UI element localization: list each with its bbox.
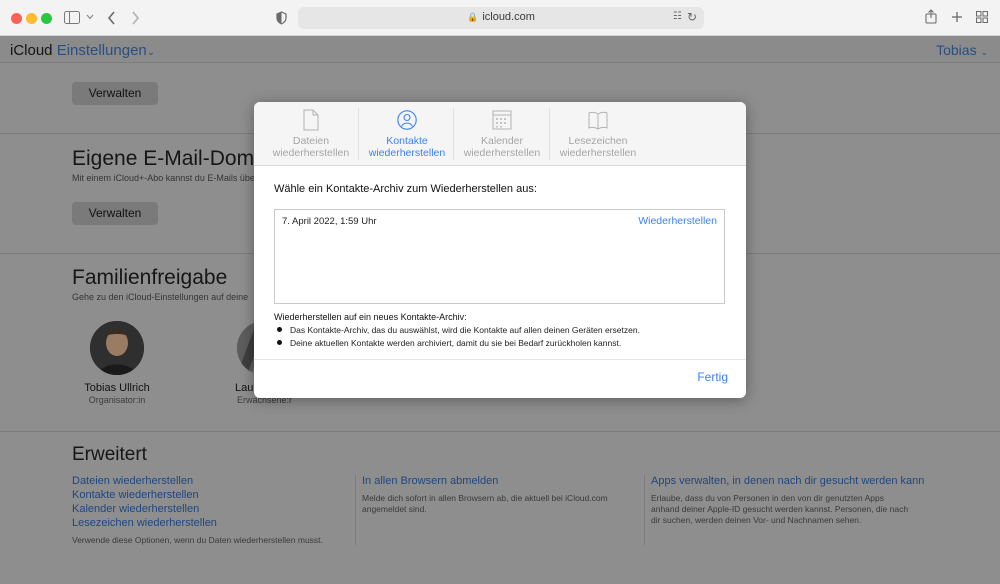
signout-all-browsers-link[interactable]: In allen Browsern abmelden bbox=[362, 475, 498, 487]
close-window-button[interactable] bbox=[11, 13, 22, 24]
user-menu[interactable]: Tobias ⌄ bbox=[936, 42, 988, 58]
footer-divider bbox=[254, 359, 746, 360]
tab-label-line-2: wiederherstellen bbox=[272, 147, 350, 159]
signout-note-line-1: Melde dich sofort in allen Browsern ab, … bbox=[362, 493, 608, 503]
sidebar-icon[interactable] bbox=[64, 11, 80, 24]
document-icon bbox=[303, 109, 319, 131]
member-photo bbox=[90, 321, 144, 375]
info-bullet: Das Kontakte-Archiv, das du auswählst, w… bbox=[277, 325, 640, 335]
new-tab-icon[interactable] bbox=[951, 11, 963, 23]
restore-files-link[interactable]: Dateien wiederherstellen bbox=[72, 475, 193, 487]
reload-icon[interactable]: ↻ bbox=[687, 10, 697, 24]
avatar[interactable] bbox=[90, 321, 144, 375]
member-name: Tobias Ullrich bbox=[84, 382, 150, 394]
archive-date: 7. April 2022, 1:59 Uhr bbox=[282, 216, 377, 227]
manage-email-button[interactable]: Verwalten bbox=[72, 202, 158, 225]
tab-restore-contacts[interactable]: Kontakte wiederherstellen bbox=[359, 102, 455, 166]
signout-note-line-2: angemeldet sind. bbox=[362, 504, 427, 514]
address-bar[interactable]: 🔒 icloud.com ☷ ↻ bbox=[298, 7, 704, 29]
restore-tabs: Dateien wiederherstellen Kontakte wieder… bbox=[254, 102, 746, 166]
family-sharing-title: Familienfreigabe bbox=[72, 266, 228, 289]
info-bullet: Deine aktuellen Kontakte werden archivie… bbox=[277, 338, 621, 348]
restore-calendars-link[interactable]: Kalender wiederherstellen bbox=[72, 503, 199, 515]
done-button[interactable]: Fertig bbox=[697, 370, 728, 384]
browser-toolbar: 🔒 icloud.com ☷ ↻ bbox=[0, 0, 1000, 36]
apps-note-line-2: anhand deiner Apple-ID gesucht werden ka… bbox=[651, 504, 909, 514]
app-title[interactable]: iCloud Einstellungen⌄ bbox=[10, 42, 155, 59]
lock-icon: 🔒 bbox=[467, 12, 479, 22]
info-bullet-text: Deine aktuellen Kontakte werden archivie… bbox=[290, 338, 622, 348]
restore-note: Verwende diese Optionen, wenn du Daten w… bbox=[72, 535, 323, 545]
manage-button-top[interactable]: Verwalten bbox=[72, 82, 158, 105]
tab-label: Kontakte wiederherstellen bbox=[359, 135, 455, 159]
column-divider bbox=[644, 475, 645, 545]
brand-icloud: iCloud bbox=[10, 42, 53, 59]
brand-settings: Einstellungen bbox=[56, 42, 147, 59]
tab-restore-calendars[interactable]: Kalender wiederherstellen bbox=[454, 102, 550, 166]
bullet-dot bbox=[277, 340, 282, 345]
restore-bookmarks-link[interactable]: Lesezeichen wiederherstellen bbox=[72, 517, 217, 529]
restore-contacts-dialog: Dateien wiederherstellen Kontakte wieder… bbox=[254, 102, 746, 398]
restore-archive-button[interactable]: Wiederherstellen bbox=[638, 215, 717, 227]
tab-restore-bookmarks[interactable]: Lesezeichen wiederherstellen bbox=[550, 102, 646, 166]
tab-label: Kalender wiederherstellen bbox=[454, 135, 550, 159]
bullet-dot bbox=[277, 327, 282, 332]
tab-label-line-2: wiederherstellen bbox=[368, 147, 446, 159]
chevron-down-icon[interactable] bbox=[86, 14, 94, 20]
tab-label-line-1: Kontakte bbox=[386, 135, 428, 147]
app-header: iCloud Einstellungen⌄ Tobias ⌄ bbox=[0, 36, 1000, 63]
section-divider bbox=[0, 431, 1000, 432]
tab-label-line-1: Lesezeichen bbox=[568, 135, 628, 147]
manage-apps-link[interactable]: Apps verwalten, in denen nach dir gesuch… bbox=[651, 475, 924, 487]
address-url: icloud.com bbox=[482, 11, 535, 23]
tab-label-line-1: Kalender bbox=[480, 135, 524, 147]
advanced-title: Erweitert bbox=[72, 444, 147, 465]
archive-list[interactable]: 7. April 2022, 1:59 Uhr Wiederherstellen bbox=[274, 209, 725, 304]
tab-label-line-1: Dateien bbox=[292, 135, 330, 147]
email-domain-title: Eigene E-Mail-Domain bbox=[72, 147, 283, 170]
column-divider bbox=[355, 475, 356, 545]
zoom-window-button[interactable] bbox=[41, 13, 52, 24]
calendar-icon bbox=[492, 110, 512, 130]
family-sharing-subtitle: Gehe zu den iCloud-Einstellungen auf dei… bbox=[72, 292, 249, 302]
chevron-down-icon: ⌄ bbox=[146, 47, 156, 58]
minimize-window-button[interactable] bbox=[26, 13, 37, 24]
member-role: Organisator:in bbox=[88, 395, 146, 405]
restore-contacts-link[interactable]: Kontakte wiederherstellen bbox=[72, 489, 199, 501]
tab-overview-icon[interactable] bbox=[976, 11, 988, 23]
tab-label-line-2: wiederherstellen bbox=[463, 147, 541, 159]
tab-label: Dateien wiederherstellen bbox=[263, 135, 359, 159]
info-title: Wiederherstellen auf ein neues Kontakte-… bbox=[274, 312, 467, 322]
translate-icon[interactable]: ☷ bbox=[673, 11, 682, 22]
forward-icon[interactable] bbox=[131, 11, 140, 25]
tab-restore-files[interactable]: Dateien wiederherstellen bbox=[263, 102, 359, 166]
apps-note-line-3: dir suchen, werden deinen Vor- und Nachn… bbox=[651, 515, 862, 525]
dialog-heading: Wähle ein Kontakte-Archiv zum Wiederhers… bbox=[274, 183, 537, 195]
tab-label-line-2: wiederherstellen bbox=[559, 147, 637, 159]
share-icon[interactable] bbox=[925, 9, 937, 24]
contact-icon bbox=[397, 110, 417, 130]
back-icon[interactable] bbox=[107, 11, 116, 25]
chevron-down-icon: ⌄ bbox=[980, 47, 988, 57]
privacy-icon[interactable] bbox=[276, 11, 287, 25]
book-icon bbox=[588, 111, 608, 130]
info-bullet-text: Das Kontakte-Archiv, das du auswählst, w… bbox=[290, 325, 640, 335]
apps-note-line-1: Erlaube, dass du von Personen in den von… bbox=[651, 493, 884, 503]
email-domain-subtitle: Mit einem iCloud+-Abo kannst du E-Mails … bbox=[72, 173, 258, 183]
tab-label: Lesezeichen wiederherstellen bbox=[550, 135, 646, 159]
user-name: Tobias bbox=[936, 42, 977, 58]
